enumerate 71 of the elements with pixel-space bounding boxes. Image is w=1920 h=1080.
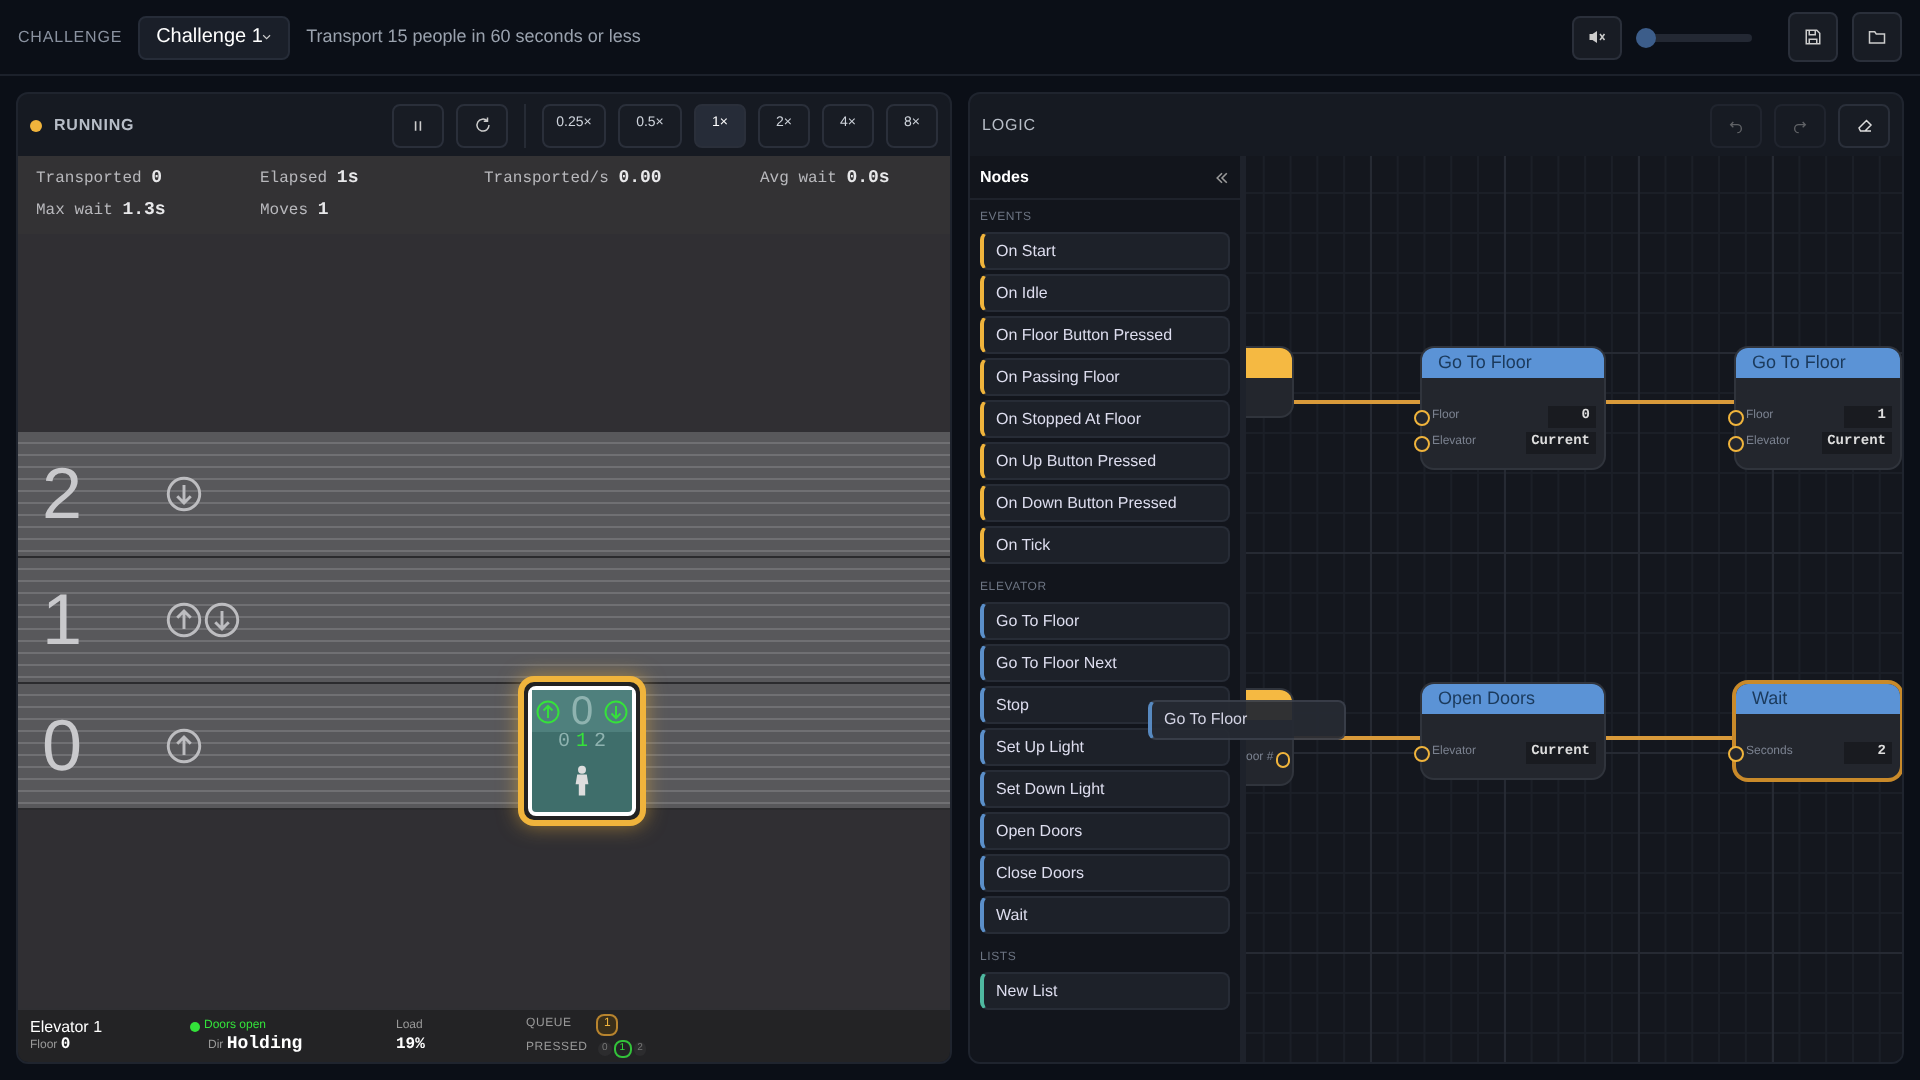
palette-node[interactable]: Set Up Light [980,728,1230,766]
call-up-icon [166,602,202,638]
floor-number: 0 [42,702,85,790]
redo-icon [1792,117,1808,133]
elevator-name: Elevator 1 [30,1017,105,1035]
palette-node[interactable]: On Passing Floor [980,358,1230,396]
challenge-label: CHALLENGE [18,25,123,49]
passenger-icon [574,764,590,798]
palette-node[interactable]: On Stopped At Floor [980,400,1230,438]
call-down-icon [204,602,240,638]
stat-text: Avg wait 0.0s [760,165,892,191]
palette-node[interactable]: Set Down Light [980,770,1230,808]
save-icon [1804,28,1822,46]
volume-slider[interactable] [1636,27,1752,47]
connector-line [1604,736,1736,740]
stat-text: Transported/s 0.00 [484,165,664,191]
palette-node[interactable]: On Tick [980,526,1230,564]
palette-node[interactable]: Go To Floor [980,602,1230,640]
logic-title: LOGIC [982,113,1036,137]
chevron-down-icon [262,30,273,44]
pause-icon [410,117,426,133]
logic-node[interactable] [1246,348,1292,416]
node-header [1246,348,1292,378]
call-up-icon [166,728,202,764]
stat-text: Moves 1 [260,198,331,224]
node-header: Open Doors [1422,684,1604,714]
up-indicator-icon [536,700,560,724]
palette-node[interactable]: On Floor Button Pressed [980,316,1230,354]
node-header: Go To Floor [1736,348,1900,378]
stat-text: Transported 0 [36,165,165,191]
palette-node[interactable]: On Down Button Pressed [980,484,1230,522]
palette-node[interactable]: On Idle [980,274,1230,312]
eraser-icon [1855,116,1873,134]
slider-thumb[interactable] [1636,27,1656,47]
mute-button[interactable] [1572,15,1622,59]
palette-title: Nodes [980,165,1029,189]
palette-node[interactable]: Open Doors [980,812,1230,850]
port-icon[interactable] [1275,751,1290,767]
stat-text: Elapsed 1s [260,165,361,191]
refresh-icon [473,116,491,134]
node-header: Go To Floor [1422,348,1604,378]
palette-node[interactable]: Wait [980,896,1230,934]
port-icon[interactable] [1728,745,1744,761]
load-value: 19% [396,1036,427,1054]
speaker-icon [1588,28,1606,46]
save-button[interactable] [1788,12,1838,62]
port-icon[interactable] [1414,745,1430,761]
undo-icon [1728,117,1744,133]
folder-icon [1868,28,1886,46]
car-floor-display: 0 [570,692,594,732]
node-header: Wait [1736,684,1900,714]
drag-preview-tooltip: Go To Floor [1148,700,1346,740]
open-folder-button[interactable] [1852,12,1902,62]
palette-node[interactable]: Close Doors [980,854,1230,892]
restart-button[interactable] [456,103,508,147]
clear-button[interactable] [1838,103,1890,147]
challenge-select[interactable]: Challenge 1 [138,15,291,59]
palette-node[interactable]: On Up Button Pressed [980,442,1230,480]
palette-node[interactable]: On Start [980,232,1230,270]
down-indicator-icon [604,700,628,724]
palette-node[interactable]: New List [980,972,1230,1010]
palette-node[interactable]: Go To Floor Next [980,644,1230,682]
floor-number: 1 [42,576,85,664]
stat-text: Max wait 1.3s [36,198,168,224]
collapse-icon[interactable] [1214,169,1230,185]
status-label: RUNNING [54,113,135,137]
challenge-description: Transport 15 people in 60 seconds or less [306,23,641,50]
connector-line [1292,400,1422,404]
call-down-icon [166,476,202,512]
connector-line [1604,400,1736,404]
floor-number: 2 [42,450,85,538]
